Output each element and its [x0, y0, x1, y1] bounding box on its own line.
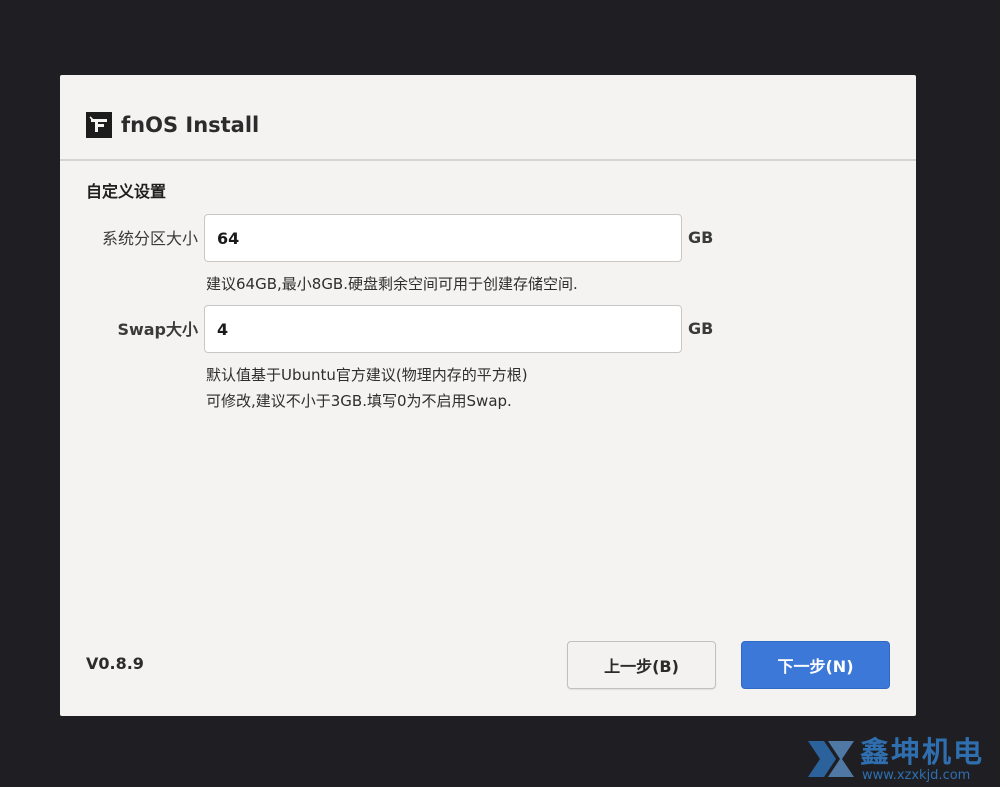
watermark-title: 鑫坤机电 — [860, 735, 985, 769]
app-title: fnOS Install — [121, 113, 260, 137]
fnos-logo-icon — [86, 112, 112, 138]
system-partition-hint: 建议64GB,最小8GB.硬盘剩余空间可用于创建存储空间. — [206, 275, 578, 293]
previous-step-button[interactable]: 上一步(B) — [567, 641, 716, 689]
swap-label: Swap大小 — [117, 320, 198, 339]
installer-window: fnOS Install 自定义设置 系统分区大小 GB 建议64GB,最小8G… — [60, 75, 916, 716]
swap-hint-line-1: 默认值基于Ubuntu官方建议(物理内存的平方根) — [206, 366, 528, 384]
swap-hint-line-2: 可修改,建议不小于3GB.填写0为不启用Swap. — [206, 392, 512, 410]
system-partition-unit: GB — [688, 228, 714, 247]
watermark-url: www.xzxkjd.com — [862, 768, 971, 783]
system-partition-label: 系统分区大小 — [101, 229, 198, 248]
system-partition-input[interactable] — [204, 214, 682, 262]
watermark-logo-icon — [806, 737, 856, 787]
screen: fnOS Install 自定义设置 系统分区大小 GB 建议64GB,最小8G… — [0, 0, 1000, 787]
swap-input[interactable] — [204, 305, 682, 353]
watermark: 鑫坤机电 www.xzxkjd.com — [806, 735, 1000, 787]
version-label: V0.8.9 — [86, 654, 144, 673]
next-step-button[interactable]: 下一步(N) — [741, 641, 890, 689]
title-bar: fnOS Install — [60, 75, 916, 161]
section-title: 自定义设置 — [86, 182, 167, 201]
swap-unit: GB — [688, 319, 714, 338]
